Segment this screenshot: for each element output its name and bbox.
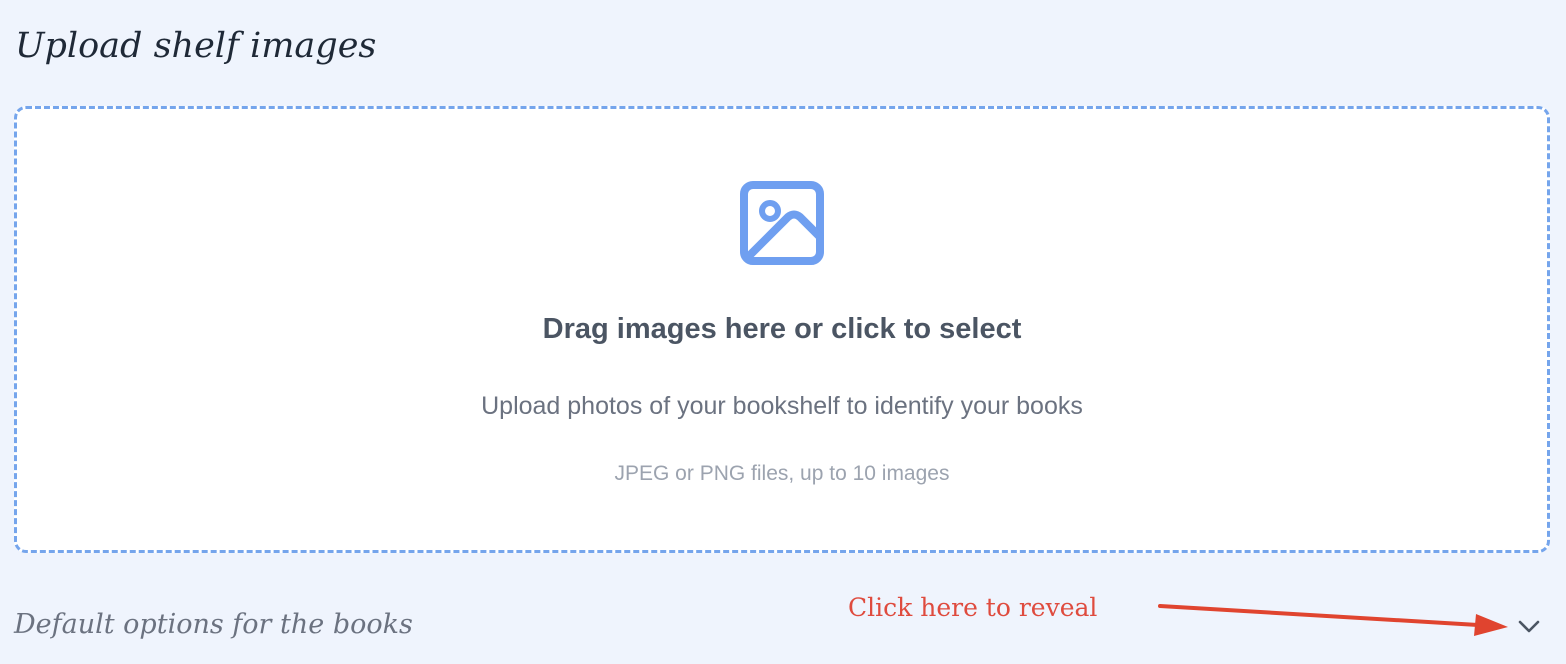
dropzone-subtext: Upload photos of your bookshelf to ident… xyxy=(481,392,1083,420)
image-icon xyxy=(740,181,824,265)
dropzone-file-note: JPEG or PNG files, up to 10 images xyxy=(614,462,950,485)
annotation-label: Click here to reveal xyxy=(848,593,1098,622)
default-options-label: Default options for the books xyxy=(14,609,413,640)
image-dropzone[interactable]: Drag images here or click to select Uplo… xyxy=(14,106,1550,553)
annotation-arrow xyxy=(1150,590,1520,640)
dropzone-heading: Drag images here or click to select xyxy=(542,313,1022,345)
page-title: Upload shelf images xyxy=(15,26,377,66)
